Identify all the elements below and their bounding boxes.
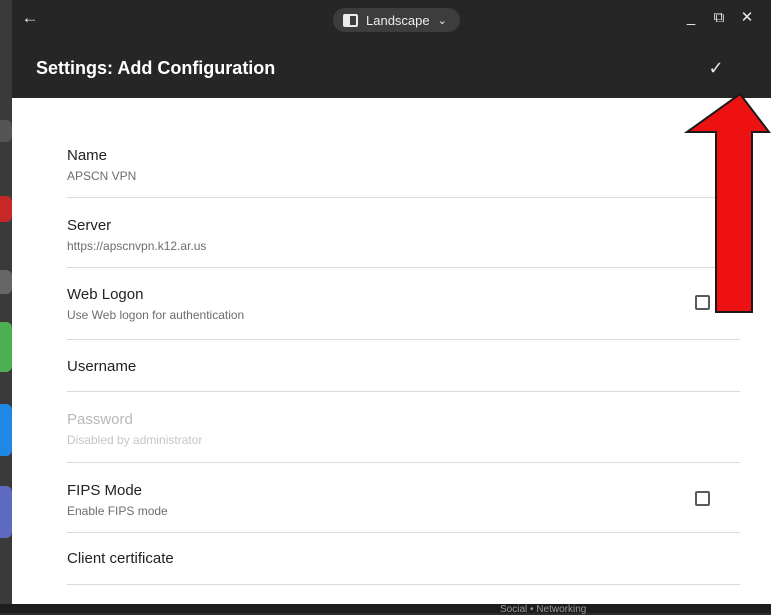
setting-title: Web Logon	[67, 286, 144, 303]
tablet-icon	[343, 13, 358, 27]
annotation-arrow-shape	[684, 92, 771, 313]
fips-mode-checkbox[interactable]	[695, 491, 710, 506]
settings-list: Name APSCN VPN Server https://apscnvpn.k…	[67, 130, 740, 585]
background-app-chip	[0, 196, 12, 222]
background-app-chip	[0, 120, 12, 142]
setting-title: Server	[67, 217, 112, 234]
setting-username[interactable]: Username	[67, 340, 740, 392]
window-mode-label: Landscape	[366, 12, 430, 28]
restore-icon[interactable]: ⧉	[710, 9, 728, 27]
setting-client-certificate[interactable]: Client certificate	[67, 533, 740, 585]
background-app-chip	[0, 270, 12, 294]
setting-subtitle: Enable FIPS mode	[67, 504, 168, 518]
background-app-chip	[0, 322, 12, 372]
app-bar: Settings: Add Configuration ✓	[12, 36, 771, 98]
setting-value: APSCN VPN	[67, 169, 137, 183]
page-title: Settings: Add Configuration	[36, 58, 276, 78]
close-icon[interactable]: ✕	[738, 9, 756, 27]
setting-password: Password Disabled by administrator	[67, 392, 740, 463]
setting-web-logon[interactable]: Web Logon Use Web logon for authenticati…	[67, 268, 740, 340]
chevron-down-icon: ⌄	[437, 14, 447, 27]
setting-title: Password	[67, 411, 133, 428]
setting-title: Client certificate	[67, 550, 174, 567]
app-window: ← Landscape ⌄ _ ⧉ ✕ Settings: Add Config…	[12, 0, 771, 604]
setting-fips-mode[interactable]: FIPS Mode Enable FIPS mode	[67, 463, 740, 533]
setting-title: FIPS Mode	[67, 482, 143, 499]
arrow-left-icon[interactable]: ←	[20, 8, 40, 28]
background-shelf-strip	[0, 0, 12, 613]
checkmark-icon[interactable]: ✓	[704, 56, 728, 80]
setting-server[interactable]: Server https://apscnvpn.k12.ar.us	[67, 198, 740, 268]
background-category-text: Social • Networking	[500, 604, 587, 615]
window-mode-selector[interactable]: Landscape ⌄	[333, 8, 460, 32]
annotation-arrow	[684, 92, 771, 313]
background-app-chip	[0, 404, 12, 456]
setting-subtitle: Disabled by administrator	[67, 433, 203, 447]
window-caption-bar: ← Landscape ⌄ _ ⧉ ✕	[12, 0, 771, 36]
setting-title: Username	[67, 358, 137, 375]
background-app-chip	[0, 486, 12, 538]
setting-name[interactable]: Name APSCN VPN	[67, 130, 740, 198]
setting-subtitle: Use Web logon for authentication	[67, 308, 245, 322]
background-bottom-strip	[0, 604, 771, 613]
minimize-icon[interactable]: _	[682, 9, 700, 27]
setting-value: https://apscnvpn.k12.ar.us	[67, 239, 207, 253]
setting-title: Name	[67, 147, 108, 164]
